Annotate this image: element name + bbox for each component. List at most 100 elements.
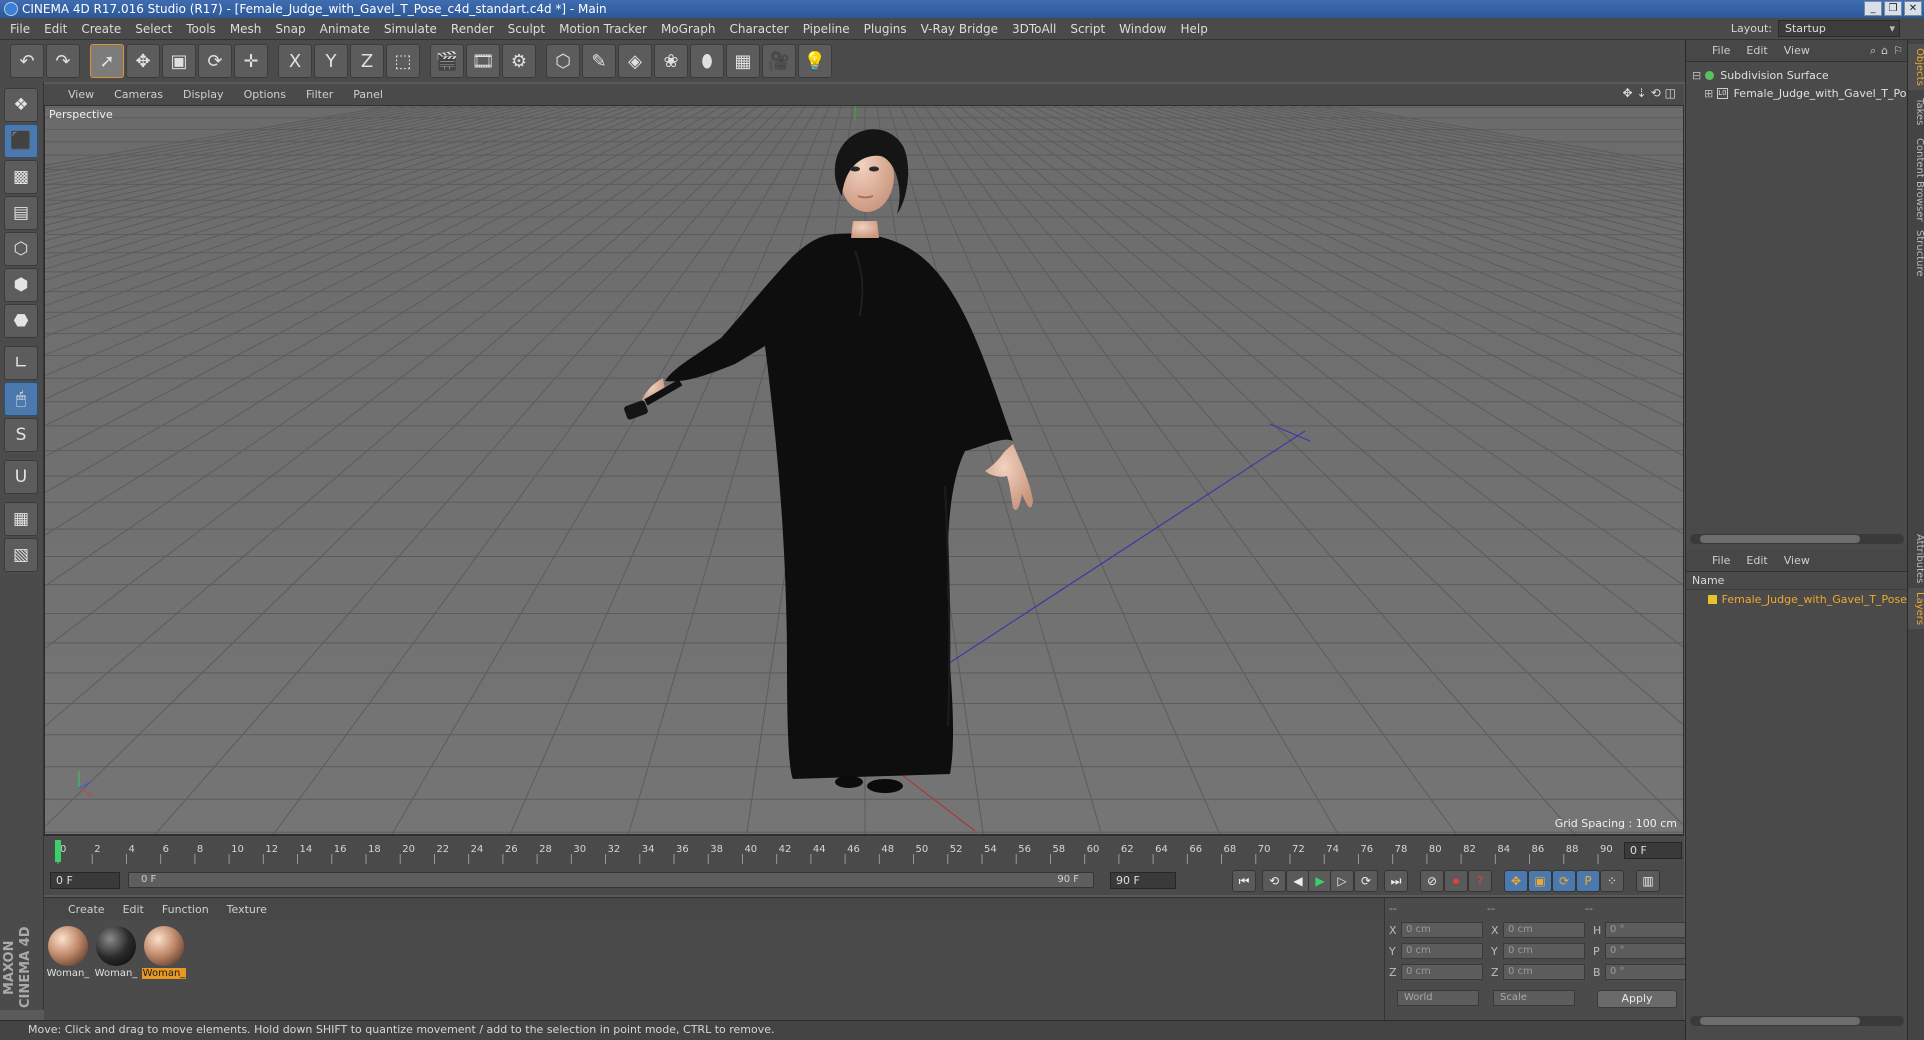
rotate-button[interactable]: ⟳: [198, 44, 232, 78]
menu-animate[interactable]: Animate: [320, 22, 370, 36]
record-active-button[interactable]: ⏺: [1444, 870, 1468, 892]
side-tab-takes[interactable]: Takes: [1908, 94, 1924, 129]
layer-manager-scrollbar[interactable]: [1690, 1016, 1904, 1026]
texture-mode-button[interactable]: ▩: [4, 160, 38, 194]
record-toggle-button[interactable]: ⊘: [1420, 870, 1444, 892]
polygons-mode-button[interactable]: ⬣: [4, 304, 38, 338]
toggle-layout-icon[interactable]: ◫: [1665, 86, 1676, 100]
search-icon[interactable]: ⌕: [1870, 44, 1876, 58]
perspective-viewport[interactable]: Perspective Grid Spacing : 100 cm: [44, 105, 1684, 835]
menu-help[interactable]: Help: [1180, 22, 1207, 36]
magnet-button[interactable]: U: [4, 460, 38, 494]
rotation-field[interactable]: 0 °: [1605, 922, 1687, 938]
light-button[interactable]: 💡: [798, 44, 832, 78]
maximize-button[interactable]: ❐: [1884, 1, 1902, 16]
viewport-menu-filter[interactable]: Filter: [306, 88, 333, 101]
menu-render[interactable]: Render: [451, 22, 494, 36]
key-position-button[interactable]: ✥: [1504, 870, 1528, 892]
menu-3dtoall[interactable]: 3DToAll: [1012, 22, 1056, 36]
render-view-button[interactable]: 🎬: [430, 44, 464, 78]
layer-row[interactable]: Female_Judge_with_Gavel_T_Pose: [1686, 590, 1907, 608]
objects-menu-file[interactable]: File: [1712, 44, 1730, 57]
key-parameter-button[interactable]: P: [1576, 870, 1600, 892]
size-mode-dropdown[interactable]: Scale: [1493, 990, 1575, 1006]
material-swatch[interactable]: Woman_: [46, 926, 90, 979]
move-button[interactable]: ✥: [126, 44, 160, 78]
undo-button[interactable]: ↶: [10, 44, 44, 78]
viewport-menu-cameras[interactable]: Cameras: [114, 88, 163, 101]
autokey-help-button[interactable]: ?: [1468, 870, 1492, 892]
material-menu-edit[interactable]: Edit: [123, 903, 144, 916]
menu-mograph[interactable]: MoGraph: [661, 22, 716, 36]
previous-key-button[interactable]: ⟲: [1262, 870, 1286, 892]
y-axis-button[interactable]: Y: [314, 44, 348, 78]
material-menu-texture[interactable]: Texture: [227, 903, 267, 916]
menu-v-ray-bridge[interactable]: V-Ray Bridge: [921, 22, 998, 36]
live-selection-button[interactable]: ➚: [90, 44, 124, 78]
objects-menu-edit[interactable]: Edit: [1746, 44, 1767, 57]
cube-button[interactable]: ⬡: [546, 44, 580, 78]
next-key-button[interactable]: ⟳: [1354, 870, 1378, 892]
collapse-icon[interactable]: ⊟: [1692, 69, 1701, 82]
previous-frame-button[interactable]: ◀: [1286, 870, 1310, 892]
side-tab-attributes[interactable]: Attributes: [1908, 530, 1924, 587]
menu-simulate[interactable]: Simulate: [384, 22, 437, 36]
rotate-view-icon[interactable]: ⟲: [1651, 86, 1661, 100]
timeline-ruler[interactable]: 0 2 4 6 8 10 12 14 16 18 20 22 24 26 28 30 32 34 36 38 40 42 4…: [44, 835, 1684, 865]
model-mode-button[interactable]: ⬛: [4, 124, 38, 158]
menu-motion-tracker[interactable]: Motion Tracker: [559, 22, 647, 36]
workplane-lock-button[interactable]: ▧: [4, 538, 38, 572]
side-tab-layers[interactable]: Layers: [1908, 588, 1924, 630]
position-field[interactable]: 0 cm: [1401, 943, 1483, 959]
solo-mode-button[interactable]: S: [4, 418, 38, 452]
menu-pipeline[interactable]: Pipeline: [803, 22, 850, 36]
menu-select[interactable]: Select: [135, 22, 172, 36]
points-mode-button[interactable]: ⬡: [4, 232, 38, 266]
size-field[interactable]: 0 cm: [1503, 943, 1585, 959]
menu-tools[interactable]: Tools: [186, 22, 216, 36]
current-frame-field[interactable]: 0 F: [1624, 842, 1682, 859]
coordinate-system-button[interactable]: ⬚: [386, 44, 420, 78]
menu-sculpt[interactable]: Sculpt: [508, 22, 545, 36]
material-swatch[interactable]: Woman_: [142, 926, 186, 979]
array-button[interactable]: ❀: [654, 44, 688, 78]
objects-menu-view[interactable]: View: [1784, 44, 1810, 57]
menu-snap[interactable]: Snap: [275, 22, 305, 36]
layers-menu-view[interactable]: View: [1784, 554, 1810, 567]
close-button[interactable]: ✕: [1904, 1, 1922, 16]
key-point-level-button[interactable]: ⁘: [1600, 870, 1624, 892]
key-rotation-button[interactable]: ⟳: [1552, 870, 1576, 892]
workplane-button[interactable]: ▤: [4, 196, 38, 230]
camera-button[interactable]: 🎥: [762, 44, 796, 78]
side-tab-content-browser[interactable]: Content Browser: [1908, 134, 1924, 225]
next-frame-button[interactable]: ▷: [1330, 870, 1354, 892]
menu-mesh[interactable]: Mesh: [230, 22, 262, 36]
edit-render-settings-button[interactable]: ⚙: [502, 44, 536, 78]
material-menu-function[interactable]: Function: [162, 903, 209, 916]
viewport-menu-view[interactable]: View: [68, 88, 94, 101]
start-frame-field[interactable]: 0 F: [50, 872, 120, 889]
axis-mode-button[interactable]: ∟: [4, 346, 38, 380]
object-row-subdivision[interactable]: ⊟ Subdivision Surface: [1686, 66, 1907, 84]
apply-button[interactable]: Apply: [1597, 990, 1677, 1008]
make-editable-button[interactable]: ❖: [4, 88, 38, 122]
size-field[interactable]: 0 cm: [1503, 922, 1585, 938]
zoom-view-icon[interactable]: ⇣: [1637, 86, 1647, 100]
pen-button[interactable]: ✎: [582, 44, 616, 78]
position-field[interactable]: 0 cm: [1401, 964, 1483, 980]
menu-plugins[interactable]: Plugins: [864, 22, 907, 36]
scale-button[interactable]: ▣: [162, 44, 196, 78]
size-field[interactable]: 0 cm: [1503, 964, 1585, 980]
x-axis-button[interactable]: X: [278, 44, 312, 78]
key-scale-button[interactable]: ▣: [1528, 870, 1552, 892]
z-axis-button[interactable]: Z: [350, 44, 384, 78]
go-to-start-button[interactable]: ⏮: [1232, 870, 1256, 892]
expand-icon[interactable]: ⊞: [1704, 87, 1713, 100]
side-tab-objects[interactable]: Objects: [1908, 44, 1924, 90]
object-manager-scrollbar[interactable]: [1690, 534, 1904, 544]
viewport-menu-panel[interactable]: Panel: [353, 88, 383, 101]
rotation-field[interactable]: 0 °: [1605, 943, 1687, 959]
bookmark-icon[interactable]: ⚐: [1893, 44, 1903, 58]
redo-button[interactable]: ↷: [46, 44, 80, 78]
playhead[interactable]: [55, 840, 61, 862]
